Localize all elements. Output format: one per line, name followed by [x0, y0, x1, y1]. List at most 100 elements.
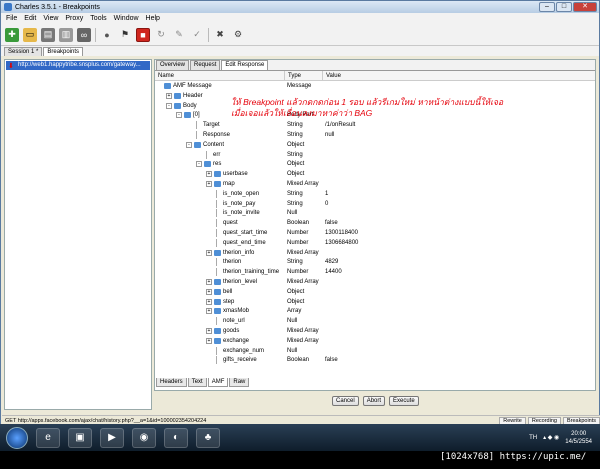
node-value[interactable]	[323, 248, 423, 258]
network-app-icon[interactable]: ◉	[132, 427, 156, 448]
record-icon[interactable]: ●	[100, 28, 114, 42]
abort-button[interactable]: Abort	[362, 396, 386, 406]
tree-row[interactable]: is_note_invite Null	[155, 208, 595, 218]
tree-row[interactable]: + bell Object	[155, 287, 595, 297]
node-value[interactable]	[323, 287, 423, 297]
execute-button[interactable]: Execute	[389, 396, 419, 406]
node-value[interactable]: 1306684800	[323, 238, 423, 248]
tree-row[interactable]: Target String/1/onResult	[155, 120, 595, 130]
tree-row[interactable]: therion String 4829	[155, 257, 595, 267]
tree-row[interactable]: + therion_level Mixed Array	[155, 277, 595, 287]
tray-icons[interactable]: ▴ ◆ ◉	[543, 434, 559, 441]
expand-icon[interactable]: +	[206, 278, 212, 285]
tab-edit-response[interactable]: Edit Response	[221, 60, 269, 70]
node-value[interactable]: null	[323, 130, 423, 140]
node-value[interactable]	[323, 316, 423, 326]
tree-row[interactable]: + goods Mixed Array	[155, 326, 595, 336]
tab-session-1[interactable]: Session 1 *	[4, 47, 43, 56]
tree-row[interactable]: quest Boolean false	[155, 218, 595, 228]
collapse-icon[interactable]: -	[196, 161, 202, 168]
menu-file[interactable]: File	[6, 15, 17, 22]
menu-edit[interactable]: Edit	[24, 15, 36, 22]
expand-icon[interactable]: +	[206, 298, 212, 305]
tree-row[interactable]: + userbase Object	[155, 169, 595, 179]
tree-row[interactable]: - Content Object	[155, 140, 595, 150]
cancel-button[interactable]: Cancel	[332, 396, 359, 406]
edit-pencil-icon[interactable]: ✎	[172, 28, 186, 42]
maximize-button[interactable]: □	[556, 2, 572, 12]
node-value[interactable]: false	[323, 218, 423, 228]
throttle-icon[interactable]: ⚑	[118, 28, 132, 42]
browser-app-icon[interactable]: ◐	[164, 427, 188, 448]
media-player-icon[interactable]: ▶	[100, 427, 124, 448]
open-folder-icon[interactable]: ▭	[23, 27, 37, 42]
menu-window[interactable]: Window	[114, 15, 139, 22]
tree-row[interactable]: + map Mixed Array	[155, 179, 595, 189]
binoculars-icon[interactable]: ∞	[77, 27, 91, 42]
breakpoint-stop-icon[interactable]: ■	[136, 27, 150, 42]
column-type[interactable]: Type	[285, 71, 323, 80]
node-value[interactable]	[323, 150, 423, 160]
tree-row[interactable]: quest_end_time Number 1306684800	[155, 238, 595, 248]
explorer-icon[interactable]: ▣	[68, 427, 92, 448]
trash-icon[interactable]: ▥	[59, 27, 73, 42]
tree-row[interactable]: gifts_receive Boolean false	[155, 355, 595, 365]
start-orb-icon[interactable]	[6, 426, 28, 449]
node-value[interactable]	[323, 306, 423, 316]
node-value[interactable]	[323, 326, 423, 336]
expand-icon[interactable]: +	[206, 327, 212, 334]
minimize-button[interactable]: –	[539, 2, 555, 12]
settings-gear-icon[interactable]: ⚙	[231, 28, 245, 42]
clock[interactable]: 20:00 14/5/2554	[565, 430, 592, 446]
expand-icon[interactable]: +	[166, 92, 172, 99]
node-value[interactable]: /1/onResult	[323, 120, 423, 130]
close-button[interactable]: ✕	[573, 2, 597, 12]
menu-view[interactable]: View	[43, 15, 58, 22]
expand-icon[interactable]: +	[206, 180, 212, 187]
menu-help[interactable]: Help	[146, 15, 160, 22]
tab-amf[interactable]: AMF	[207, 378, 229, 387]
node-value[interactable]	[323, 159, 423, 169]
expand-icon[interactable]: +	[206, 171, 212, 178]
collapse-icon[interactable]: -	[166, 102, 172, 109]
node-value[interactable]: 0	[323, 199, 423, 209]
node-value[interactable]	[323, 179, 423, 189]
refresh-icon[interactable]: ↻	[154, 28, 168, 42]
tools-icon[interactable]: ✖	[213, 28, 227, 42]
node-value[interactable]: 14400	[323, 267, 423, 277]
new-session-icon[interactable]: ✚	[5, 27, 19, 42]
node-value[interactable]	[323, 346, 423, 356]
node-value[interactable]	[323, 140, 423, 150]
node-value[interactable]	[323, 169, 423, 179]
menu-proxy[interactable]: Proxy	[65, 15, 83, 22]
node-value[interactable]: false	[323, 355, 423, 365]
check-icon[interactable]: ✓	[190, 28, 204, 42]
tab-breakpoints[interactable]: Breakpoints	[43, 47, 84, 56]
tree-row[interactable]: err String	[155, 150, 595, 160]
tree-row[interactable]: exchange_num Null	[155, 346, 595, 356]
tree-row[interactable]: + xmasMob Array	[155, 306, 595, 316]
node-value[interactable]: 1300118400	[323, 228, 423, 238]
save-icon[interactable]: ▤	[41, 27, 55, 42]
node-value[interactable]: 4829	[323, 257, 423, 267]
node-value[interactable]: 1	[323, 189, 423, 199]
selected-request-row[interactable]: ⬇ http://web1.happytribe.snsplus.com/gat…	[6, 61, 150, 70]
language-indicator[interactable]: TH	[529, 435, 537, 441]
expand-icon[interactable]: +	[206, 337, 212, 344]
tab-request[interactable]: Request	[190, 60, 221, 70]
tree-row[interactable]: + step Object	[155, 297, 595, 307]
charles-app-icon[interactable]: ♣	[196, 427, 220, 448]
node-value[interactable]	[323, 336, 423, 346]
column-name[interactable]: Name	[155, 71, 285, 80]
tree-row[interactable]: therion_training_time Number 14400	[155, 267, 595, 277]
node-value[interactable]	[323, 277, 423, 287]
tree-row[interactable]: quest_start_time Number 1300118400	[155, 228, 595, 238]
collapse-icon[interactable]: -	[176, 112, 182, 119]
tree-row[interactable]: is_note_open String 1	[155, 189, 595, 199]
node-value[interactable]	[323, 81, 423, 91]
tab-headers[interactable]: Headers	[156, 378, 187, 387]
tab-raw[interactable]: Raw	[229, 378, 250, 387]
menu-tools[interactable]: Tools	[90, 15, 106, 22]
tree-row[interactable]: is_note_pay String 0	[155, 199, 595, 209]
tab-overview[interactable]: Overview	[156, 60, 190, 70]
